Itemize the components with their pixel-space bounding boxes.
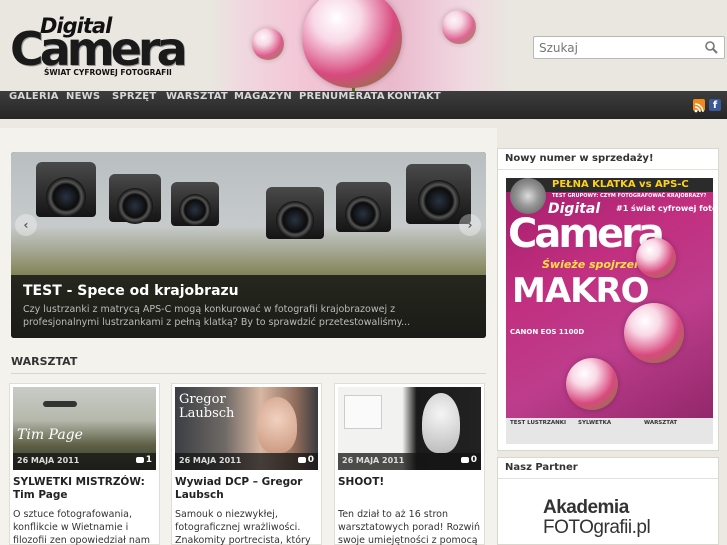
cover-bottom-item: WARSZTAT (644, 420, 678, 426)
cover-headline: PEŁNA KLATKA vs APS-C (552, 179, 689, 190)
article-excerpt: Samouk o niezwykłej, fotograficznej wraż… (175, 509, 311, 545)
partner-box: Nasz Partner Akademia FOTOgrafii.pl (497, 457, 719, 545)
rss-icon[interactable] (693, 99, 705, 113)
comment-count[interactable]: 1 (135, 455, 152, 465)
camera-image (336, 182, 391, 232)
article-thumbnail[interactable]: Gregor Laubsch 26 MAJA 2011 0 (175, 387, 318, 470)
water-drop-small (252, 28, 284, 60)
article-card[interactable]: 26 MAJA 2011 0 SHOOT! Ten dział to aż 16… (334, 383, 485, 545)
box-divider (498, 478, 718, 479)
slide-caption: TEST - Spece od krajobrazu Czy lustrzank… (11, 275, 486, 338)
cover-flower-drop (566, 358, 618, 410)
featured-slider[interactable]: ‹ › TEST - Spece od krajobrazu Czy lustr… (11, 152, 486, 338)
article-title[interactable]: SHOOT! (338, 476, 489, 489)
cover-subheadline: TEST GRUPOWY: CZYM FOTOGRAFOWAĆ KRAJOBRA… (552, 193, 707, 199)
card-meta-bar: 26 MAJA 2011 0 (175, 453, 318, 470)
logo-camera: Camera (10, 22, 188, 76)
comment-count[interactable]: 0 (297, 455, 314, 465)
camera-image (266, 187, 324, 239)
slider-next-button[interactable]: › (459, 214, 481, 236)
new-issue-box: Nowy numer w sprzedaży! PEŁNA KLATKA vs … (497, 148, 719, 451)
section-title-warsztat: WARSZTAT (11, 355, 78, 368)
article-date: 26 MAJA 2011 (179, 456, 242, 465)
cover-flower-drop (624, 303, 684, 363)
article-title[interactable]: Wywiad DCP – Gregor Laubsch (175, 476, 326, 502)
cover-flower-drop (636, 238, 676, 278)
card-meta-bar: 26 MAJA 2011 0 (338, 453, 481, 470)
comment-icon (460, 456, 469, 463)
slide-excerpt: Czy lustrzanki z matrycą APS-C mogą konk… (23, 304, 411, 328)
article-excerpt: O sztuce fotografowania, konflikcie w Wi… (13, 509, 150, 545)
section-divider (11, 373, 486, 374)
camera-image (406, 164, 471, 224)
nav-item-sprzet[interactable]: SPRZĘT (112, 91, 156, 119)
comment-count[interactable]: 0 (460, 455, 477, 465)
nav-item-news[interactable]: NEWS (66, 91, 100, 119)
search-input[interactable] (534, 37, 694, 59)
thumbnail-overlay-text: Tim Page (17, 427, 83, 443)
logo-tagline: ŚWIAT CYFROWEJ FOTOGRAFII (44, 68, 172, 77)
camera-image (36, 162, 96, 217)
article-card[interactable]: Gregor Laubsch 26 MAJA 2011 0 Wywiad DCP… (171, 383, 322, 545)
nav-item-galeria[interactable]: GALERIA (9, 91, 59, 119)
cover-bottom-item: TEST LUSTRZANKI (510, 420, 567, 426)
cover-makro: MAKRO (512, 271, 650, 311)
box-divider (498, 169, 718, 170)
header-flower-image (212, 0, 512, 91)
partner-title: Nasz Partner (505, 462, 578, 473)
magazine-cover[interactable]: PEŁNA KLATKA vs APS-C TEST GRUPOWY: CZYM… (506, 178, 713, 444)
article-thumbnail[interactable]: 26 MAJA 2011 0 (338, 387, 481, 470)
article-card[interactable]: Tim Page 26 MAJA 2011 1 SYLWETKI MISTRZÓ… (9, 383, 160, 545)
main-nav: GALERIA NEWS SPRZĘT WARSZTAT MAGAZYN PRE… (0, 91, 727, 119)
article-title[interactable]: SYLWETKI MISTRZÓW: Tim Page (13, 476, 164, 502)
search-box (533, 36, 725, 59)
cover-bottom-bar: TEST LUSTRZANKI SYLWETKA WARSZTAT (506, 418, 713, 444)
site-logo[interactable]: Digital Camera ŚWIAT CYFROWEJ FOTOGRAFII (10, 14, 188, 80)
article-excerpt: Ten dział to aż 16 stron warsztatowych p… (338, 509, 481, 545)
nav-item-magazyn[interactable]: MAGAZYN (234, 91, 292, 119)
cd-icon (510, 178, 546, 214)
comment-icon (135, 456, 144, 463)
site-header: Digital Camera ŚWIAT CYFROWEJ FOTOGRAFII (0, 0, 727, 91)
camera-image (171, 182, 219, 226)
card-meta-bar: 26 MAJA 2011 1 (13, 453, 156, 470)
partner-logo[interactable]: Akademia (543, 498, 629, 517)
facebook-icon[interactable]: f (709, 99, 721, 111)
nav-item-kontakt[interactable]: KONTAKT (387, 91, 441, 119)
new-issue-title: Nowy numer w sprzedaży! (505, 153, 654, 164)
partner-logo[interactable]: FOTOgrafii.pl (543, 518, 651, 537)
cover-canon: CANON EOS 1100D (510, 328, 585, 336)
slider-prev-button[interactable]: ‹ (15, 214, 37, 236)
water-drop-flower (302, 0, 402, 88)
nav-item-warsztat[interactable]: WARSZTAT (166, 91, 228, 119)
thumbnail-overlay-text: Gregor Laubsch (179, 392, 235, 421)
article-date: 26 MAJA 2011 (17, 456, 80, 465)
water-drop-small (442, 10, 476, 44)
nav-item-prenumerata[interactable]: PRENUMERATA (299, 91, 385, 119)
article-thumbnail[interactable]: Tim Page 26 MAJA 2011 1 (13, 387, 156, 470)
comment-icon (297, 456, 306, 463)
search-icon[interactable] (704, 40, 718, 54)
slide-title[interactable]: TEST - Spece od krajobrazu (23, 283, 239, 299)
cover-bottom-item: SYLWETKA (578, 420, 612, 426)
article-date: 26 MAJA 2011 (342, 456, 405, 465)
camera-image (109, 174, 161, 224)
